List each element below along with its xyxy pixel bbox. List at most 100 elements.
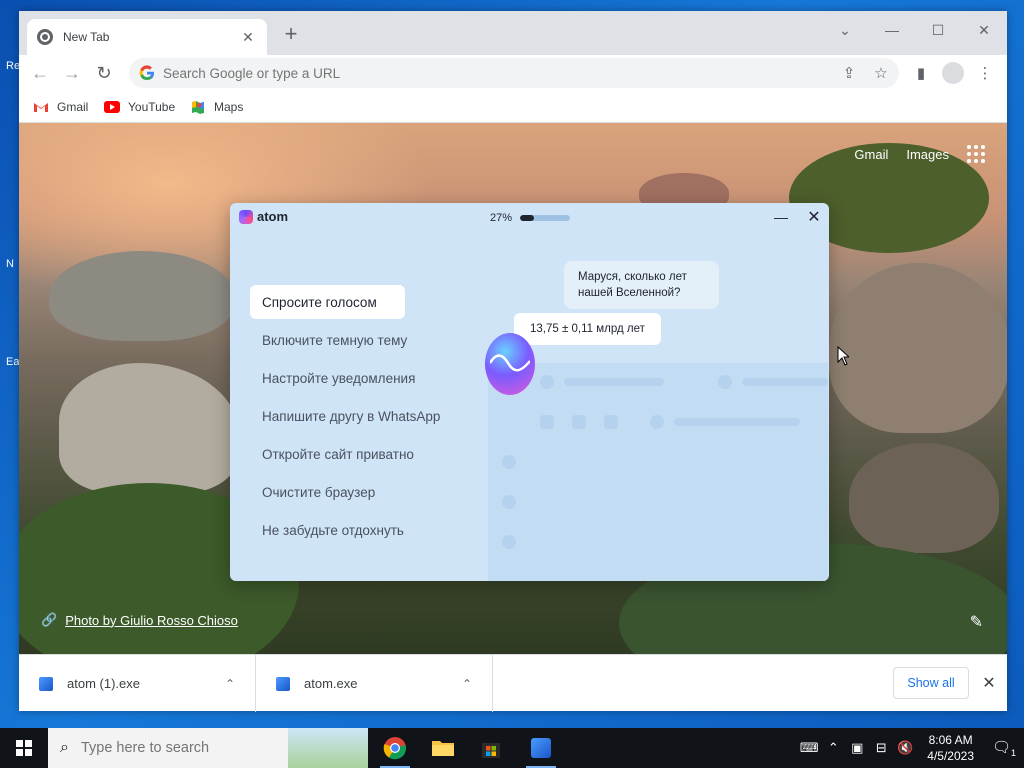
tab-new-tab[interactable]: New Tab ✕	[27, 19, 267, 55]
background-rock	[829, 263, 1007, 433]
tab-search-chevron-icon[interactable]: ⌄	[825, 17, 865, 43]
bookmark-star-icon[interactable]: ☆	[868, 60, 894, 86]
side-panel-icon[interactable]: ▮	[908, 60, 934, 86]
installer-icon	[531, 738, 551, 758]
close-download-bar-icon[interactable]: ✕	[979, 673, 999, 693]
menu-kebab-icon[interactable]: ⋮	[972, 60, 998, 86]
tab-close-icon[interactable]: ✕	[239, 29, 257, 46]
download-filename: atom (1).exe	[67, 676, 140, 691]
voice-assistant-orb-icon	[485, 333, 535, 395]
install-progress: 27%	[490, 212, 571, 224]
chevron-up-icon[interactable]: ⌃	[225, 677, 235, 691]
chevron-up-icon[interactable]: ⌃	[821, 740, 845, 756]
background-rock	[849, 443, 999, 553]
keyboard-icon[interactable]: ⌨	[797, 740, 821, 756]
download-item[interactable]: atom.exe ⌃	[256, 655, 493, 712]
network-icon[interactable]: ⊟	[869, 740, 893, 756]
feature-item-clear-browser[interactable]: Очистите браузер	[250, 473, 452, 511]
progress-track	[520, 215, 571, 221]
google-apps-icon[interactable]	[967, 145, 985, 163]
desktop-icon-label[interactable]: N	[6, 258, 14, 270]
installer-file-icon	[276, 676, 290, 691]
taskbar-file-explorer[interactable]	[420, 728, 466, 768]
atom-minimize-button[interactable]: —	[772, 209, 790, 225]
preview-bar	[564, 378, 664, 386]
taskbar-store[interactable]	[468, 728, 514, 768]
forward-button[interactable]: →	[59, 60, 85, 86]
taskbar-search-input[interactable]	[80, 740, 281, 756]
preview-dot	[540, 375, 554, 389]
ntp-top-links: Gmail Images	[854, 145, 985, 163]
preview-dot	[502, 455, 516, 469]
preview-bar	[674, 418, 800, 426]
desktop-icon-label[interactable]: Ea	[6, 356, 19, 368]
search-highlight-illustration	[288, 728, 368, 768]
share-icon[interactable]: ⇪	[836, 60, 862, 86]
notification-count: 1	[1011, 748, 1017, 758]
desktop-icon-label[interactable]: Re	[6, 60, 20, 72]
bookmarks-bar: Gmail YouTube Maps	[19, 91, 1007, 123]
preview-dot	[502, 535, 516, 549]
bookmark-label: YouTube	[128, 100, 176, 114]
taskbar-chrome[interactable]	[372, 728, 418, 768]
start-button[interactable]	[0, 728, 48, 768]
tab-strip: New Tab ✕ + ⌄ — ☐ ✕	[19, 11, 1007, 55]
preview-dot	[572, 415, 586, 429]
ntp-images-link[interactable]: Images	[906, 147, 949, 162]
atom-close-button[interactable]: ✕	[805, 207, 823, 227]
progress-percent: 27%	[490, 212, 513, 224]
close-window-button[interactable]: ✕	[964, 17, 1004, 43]
photo-credit-link[interactable]: Photo by Giulio Rosso Chioso	[65, 613, 238, 628]
photo-credit: 🔗 Photo by Giulio Rosso Chioso	[41, 612, 238, 628]
tab-title: New Tab	[63, 30, 110, 44]
omnibox[interactable]	[129, 58, 899, 88]
youtube-icon	[104, 101, 120, 113]
background-rock	[49, 251, 234, 341]
voice-answer-bubble: 13,75 ± 0,11 млрд лет	[514, 313, 661, 345]
new-tab-button[interactable]: +	[279, 23, 303, 47]
feature-item-notifications[interactable]: Настройте уведомления	[250, 359, 452, 397]
notification-center-icon[interactable]: 🗨1	[984, 738, 1024, 758]
folder-icon	[432, 741, 454, 756]
feature-item-whatsapp[interactable]: Напишите другу в WhatsApp	[250, 397, 452, 435]
bookmark-maps[interactable]: Maps	[190, 96, 243, 118]
windows-logo-icon	[16, 740, 32, 756]
bookmark-youtube[interactable]: YouTube	[104, 96, 175, 118]
taskbar-clock[interactable]: 8:06 AM 4/5/2023	[927, 732, 974, 764]
chevron-up-icon[interactable]: ⌃	[462, 677, 472, 691]
feature-item-dark-theme[interactable]: Включите темную тему	[250, 321, 452, 359]
windows-taskbar: ⌕ ⌨ ⌃ ▣ ⊟ 🔇	[0, 728, 1024, 768]
volume-muted-icon[interactable]: 🔇	[893, 740, 917, 756]
taskbar-atom-installer[interactable]	[518, 728, 564, 768]
atom-logo: atom	[239, 209, 288, 224]
minimize-button[interactable]: —	[872, 17, 912, 43]
bookmark-label: Gmail	[57, 100, 89, 114]
link-icon: 🔗	[41, 612, 58, 627]
reload-button[interactable]: ↻	[91, 60, 117, 86]
download-filename: atom.exe	[304, 676, 358, 691]
clock-time: 8:06 AM	[928, 732, 973, 747]
maps-icon	[192, 101, 204, 114]
atom-feature-list: Спросите голосом Включите темную тему На…	[250, 283, 452, 549]
show-all-downloads-button[interactable]: Show all	[893, 667, 969, 699]
ntp-gmail-link[interactable]: Gmail	[854, 147, 888, 162]
customize-pencil-icon[interactable]: ✎	[970, 612, 983, 632]
omnibox-input[interactable]	[163, 65, 889, 81]
feature-item-rest[interactable]: Не забудьте отдохнуть	[250, 511, 452, 549]
preview-dot	[502, 495, 516, 509]
profile-avatar-icon[interactable]	[940, 60, 966, 86]
meet-now-icon[interactable]: ▣	[845, 740, 869, 756]
taskbar-search-box[interactable]: ⌕	[48, 728, 368, 768]
feature-item-voice[interactable]: Спросите голосом	[250, 285, 405, 319]
feature-item-private-site[interactable]: Откройте сайт приватно	[250, 435, 452, 473]
browser-toolbar: ← → ↻ ⇪ ☆ ▮ ⋮	[19, 55, 1007, 91]
system-tray: ⌨ ⌃ ▣ ⊟ 🔇 8:06 AM 4/5/2023 🗨1	[797, 728, 1024, 768]
preview-bar	[742, 378, 828, 386]
maximize-button[interactable]: ☐	[918, 17, 958, 43]
chrome-favicon-icon	[37, 29, 53, 45]
back-button[interactable]: ←	[27, 60, 53, 86]
progress-fill	[520, 215, 534, 221]
bookmark-gmail[interactable]: Gmail	[33, 96, 88, 118]
atom-installer-dialog: atom 27% — ✕ Спросите голосом Включите т…	[230, 203, 829, 581]
download-item[interactable]: atom (1).exe ⌃	[19, 655, 256, 712]
